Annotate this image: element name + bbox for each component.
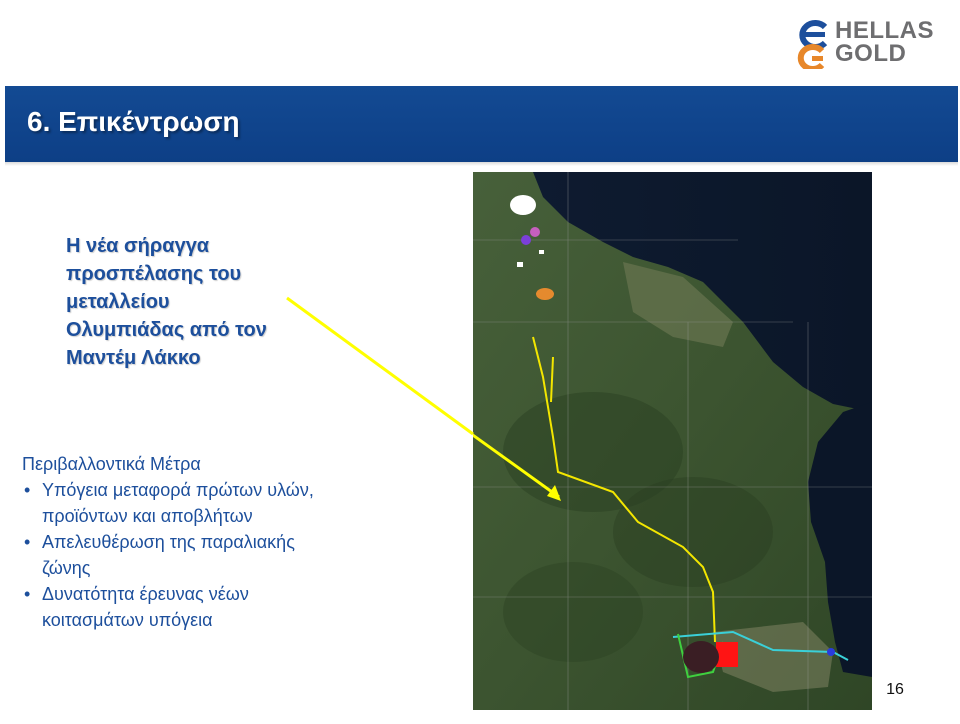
title-band: 6. Επικέντρωση bbox=[5, 86, 958, 166]
environmental-measures: Περιβαλλοντικά Μέτρα Υπόγεια μεταφορά πρ… bbox=[22, 451, 462, 633]
north-site-marker bbox=[536, 288, 554, 300]
measure-line: Απελευθέρωση της παραλιακής bbox=[42, 532, 295, 552]
pointer-line-overlay bbox=[286, 296, 474, 436]
measure-item: Δυνατότητα έρευνας νέων κοιτασμάτων υπόγ… bbox=[22, 581, 462, 633]
measure-line: κοιτασμάτων υπόγεια bbox=[42, 610, 213, 630]
headline-line: Η νέα σήραγγα bbox=[66, 235, 210, 257]
south-site-marker bbox=[716, 642, 738, 667]
measure-line: προϊόντων και αποβλήτων bbox=[42, 506, 253, 526]
measure-line: ζώνης bbox=[42, 558, 91, 578]
logo-text-line1: HELLAS bbox=[835, 17, 934, 44]
measures-heading: Περιβαλλοντικά Μέτρα bbox=[22, 454, 201, 474]
map-forest bbox=[613, 477, 773, 587]
page-number: 16 bbox=[886, 681, 904, 698]
south-site-marker bbox=[827, 648, 835, 656]
headline-line: προσπέλασης του bbox=[66, 263, 242, 285]
measure-line: Υπόγεια μεταφορά πρώτων υλών, bbox=[42, 480, 314, 500]
logo-text-line2: GOLD bbox=[835, 40, 907, 67]
measure-line: Δυνατότητα έρευνας νέων bbox=[42, 584, 249, 604]
measure-item: Υπόγεια μεταφορά πρώτων υλών, προϊόντων … bbox=[22, 477, 462, 529]
north-site-marker bbox=[539, 250, 544, 254]
north-site-marker bbox=[530, 227, 540, 237]
map-forest bbox=[503, 562, 643, 662]
north-site-marker bbox=[517, 262, 523, 267]
south-site-marker bbox=[683, 641, 719, 673]
logo-mark-icon bbox=[797, 20, 828, 69]
slide-title: 6. Επικέντρωση bbox=[27, 106, 240, 137]
north-site-marker bbox=[510, 195, 536, 215]
slide: HELLAS GOLD 6. Επικέντρωση Η νέα σήραγγα… bbox=[0, 0, 960, 724]
north-site-marker bbox=[521, 235, 531, 245]
measure-item: Απελευθέρωση της παραλιακής ζώνης bbox=[22, 529, 462, 581]
logo-wordmark: HELLAS GOLD bbox=[835, 17, 934, 67]
measures-list: Υπόγεια μεταφορά πρώτων υλών, προϊόντων … bbox=[22, 477, 462, 633]
hellas-gold-logo: HELLAS GOLD bbox=[795, 17, 955, 69]
satellite-map bbox=[473, 172, 872, 710]
